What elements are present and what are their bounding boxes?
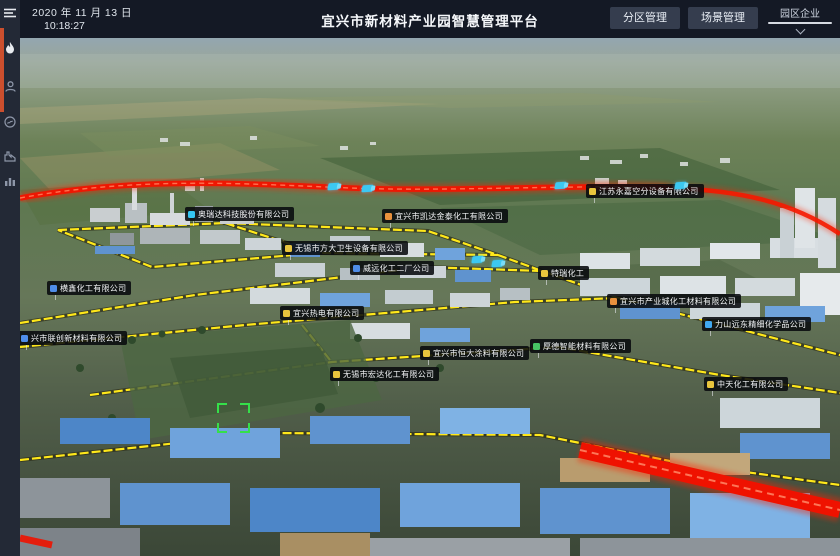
building-label[interactable]: 横鑫化工有限公司 (47, 281, 131, 295)
building-marker-icon (50, 285, 57, 292)
building-label[interactable]: 威远化工二厂公司 (350, 261, 434, 275)
user-icon[interactable] (0, 78, 20, 94)
building-label-text: 宜兴市产业城化工材料有限公司 (620, 296, 736, 307)
partition-manage-button[interactable]: 分区管理 (610, 7, 680, 29)
building-label[interactable]: 力山远东精细化学品公司 (702, 317, 811, 331)
gauge-icon[interactable] (0, 114, 20, 130)
building-label[interactable]: 特瑞化工 (538, 266, 589, 280)
scene-manage-button[interactable]: 场景管理 (688, 7, 758, 29)
building-label-text: 宜兴热电有限公司 (293, 308, 359, 319)
building-label-text: 无锡市宏达化工有限公司 (343, 369, 434, 380)
truck-icon[interactable] (491, 260, 504, 268)
building-label[interactable]: 宜兴热电有限公司 (280, 306, 364, 320)
building-label-text: 厚德智能材料有限公司 (543, 341, 626, 352)
truck-icon[interactable] (361, 185, 374, 193)
truck-icon[interactable] (471, 256, 484, 264)
building-label[interactable]: 中天化工有限公司 (704, 377, 788, 391)
building-label-text: 中天化工有限公司 (717, 379, 783, 390)
building-label-text: 兴市联创新材料有限公司 (31, 333, 122, 344)
building-label-text: 威远化工二厂公司 (363, 263, 429, 274)
bar-chart-icon[interactable] (0, 172, 20, 188)
chevron-down-icon (795, 25, 805, 35)
building-marker-icon (333, 371, 340, 378)
building-marker-icon (589, 188, 596, 195)
building-marker-icon (705, 321, 712, 328)
truck-icon[interactable] (327, 183, 340, 191)
factory-icon[interactable] (0, 148, 20, 164)
building-label-text: 宜兴市凯达金泰化工有限公司 (395, 211, 503, 222)
building-marker-icon (707, 381, 714, 388)
building-label-text: 奥瑞达科技股份有限公司 (198, 209, 289, 220)
building-label[interactable]: 无锡市宏达化工有限公司 (330, 367, 439, 381)
park-enterprise-dropdown-label: 园区企业 (768, 2, 832, 20)
building-label-text: 力山远东精细化学品公司 (715, 319, 806, 330)
flame-icon[interactable] (0, 40, 20, 56)
menu-icon[interactable] (0, 5, 20, 21)
building-label-text: 宜兴市恒大涂料有限公司 (433, 348, 524, 359)
building-label[interactable]: 宜兴市产业城化工材料有限公司 (607, 294, 741, 308)
building-label-text: 横鑫化工有限公司 (60, 283, 126, 294)
building-label[interactable]: 宜兴市恒大涂料有限公司 (420, 346, 529, 360)
park-enterprise-dropdown[interactable]: 园区企业 (768, 2, 832, 34)
building-marker-icon (385, 213, 392, 220)
building-marker-icon (533, 343, 540, 350)
sidebar (0, 0, 20, 556)
building-label-text: 特瑞化工 (551, 268, 584, 279)
building-marker-icon (285, 245, 292, 252)
building-label[interactable]: 兴市联创新材料有限公司 (18, 331, 127, 345)
building-label-text: 无锡市方大卫生设备有限公司 (295, 243, 403, 254)
building-label[interactable]: 无锡市方大卫生设备有限公司 (282, 241, 408, 255)
building-marker-icon (610, 298, 617, 305)
building-marker-icon (21, 335, 28, 342)
building-marker-icon (423, 350, 430, 357)
building-marker-icon (188, 211, 195, 218)
building-marker-icon (541, 270, 548, 277)
truck-icon[interactable] (554, 182, 567, 190)
app-window: 2020 年 11 月 13 日 10:18:27 宜兴市新材料产业园智慧管理平… (0, 0, 840, 556)
building-marker-icon (283, 310, 290, 317)
building-label[interactable]: 厚德智能材料有限公司 (530, 339, 631, 353)
top-header: 2020 年 11 月 13 日 10:18:27 宜兴市新材料产业园智慧管理平… (20, 0, 840, 38)
building-marker-icon (353, 265, 360, 272)
building-label[interactable]: 宜兴市凯达金泰化工有限公司 (382, 209, 508, 223)
building-label[interactable]: 奥瑞达科技股份有限公司 (185, 207, 294, 221)
truck-icon[interactable] (674, 182, 687, 190)
